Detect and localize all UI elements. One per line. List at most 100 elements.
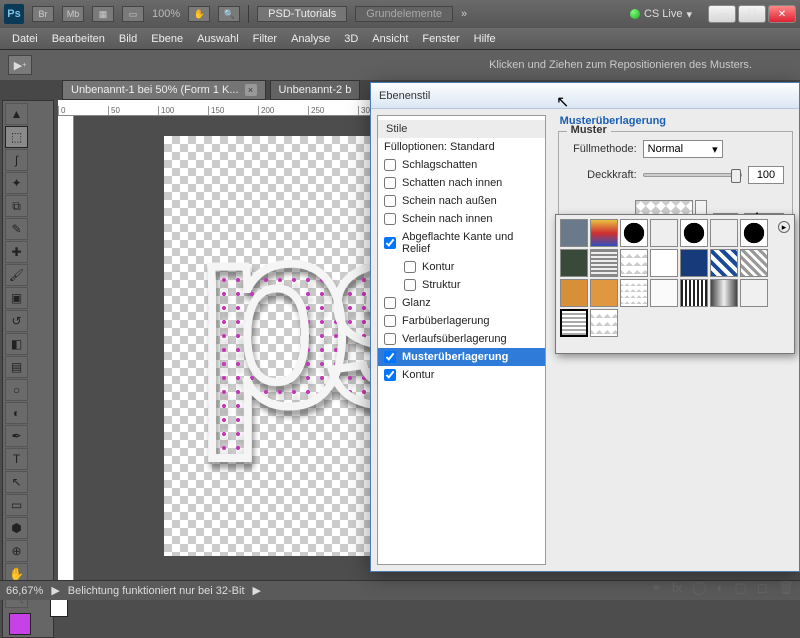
pattern-item[interactable] bbox=[740, 249, 768, 277]
type-tool-icon[interactable]: T bbox=[5, 448, 28, 470]
3d-camera-icon[interactable]: ⊕ bbox=[5, 540, 28, 562]
adjust-icon[interactable]: ◐ bbox=[717, 580, 725, 596]
dodge-tool-icon[interactable]: ◐ bbox=[5, 402, 28, 424]
foreground-color[interactable] bbox=[9, 613, 31, 635]
pattern-item[interactable] bbox=[560, 249, 588, 277]
newlayer-icon[interactable]: ◻ bbox=[757, 580, 768, 596]
chk-contour[interactable] bbox=[404, 261, 416, 273]
hand-tool-icon[interactable]: ✋ bbox=[188, 6, 210, 22]
pattern-item[interactable] bbox=[740, 219, 768, 247]
blur-tool-icon[interactable]: ○ bbox=[5, 379, 28, 401]
pattern-item[interactable] bbox=[710, 249, 738, 277]
move-tool-icon[interactable]: ▲ bbox=[5, 103, 28, 125]
chk-innerglow[interactable] bbox=[384, 213, 396, 225]
gradient-tool-icon[interactable]: ▤ bbox=[5, 356, 28, 378]
pattern-item[interactable] bbox=[650, 279, 678, 307]
stamp-tool-icon[interactable]: ▣ bbox=[5, 287, 28, 309]
style-gradoverlay[interactable]: Verlaufsüberlagerung bbox=[378, 330, 545, 348]
pattern-item[interactable] bbox=[560, 279, 588, 307]
ruler-vertical[interactable] bbox=[58, 116, 74, 580]
menu-analyse[interactable]: Analyse bbox=[291, 33, 330, 45]
chk-outerglow[interactable] bbox=[384, 195, 396, 207]
styles-header[interactable]: Stile bbox=[378, 120, 545, 138]
menu-3d[interactable]: 3D bbox=[344, 33, 358, 45]
pattern-item[interactable] bbox=[710, 219, 738, 247]
fx-icon[interactable]: fx bbox=[672, 580, 682, 596]
doc-tab-1-close-icon[interactable]: × bbox=[245, 84, 257, 96]
pattern-item[interactable] bbox=[620, 279, 648, 307]
style-satin[interactable]: Glanz bbox=[378, 294, 545, 312]
trash-icon[interactable]: 🗑 bbox=[777, 580, 794, 596]
status-arrow-icon[interactable]: ▶ bbox=[51, 584, 59, 597]
minibridge-button[interactable]: Mb bbox=[62, 6, 84, 22]
link-icon[interactable]: ⚭ bbox=[651, 580, 662, 596]
pattern-item[interactable] bbox=[620, 249, 648, 277]
close-button[interactable]: ✕ bbox=[768, 5, 796, 23]
history-brush-icon[interactable]: ↺ bbox=[5, 310, 28, 332]
cslive-button[interactable]: CS Live bbox=[644, 8, 683, 20]
pattern-item[interactable] bbox=[650, 249, 678, 277]
pattern-item[interactable] bbox=[560, 219, 588, 247]
screenmode-button[interactable]: ▭ bbox=[122, 6, 144, 22]
opacity-input[interactable] bbox=[748, 166, 784, 184]
slider-thumb[interactable] bbox=[731, 169, 741, 183]
menu-hilfe[interactable]: Hilfe bbox=[474, 33, 496, 45]
cslive-dropdown-icon[interactable]: ▾ bbox=[686, 8, 692, 21]
style-contour[interactable]: Kontur bbox=[378, 258, 545, 276]
chk-texture[interactable] bbox=[404, 279, 416, 291]
style-stroke[interactable]: Kontur bbox=[378, 366, 545, 384]
3d-tool-icon[interactable]: ⬢ bbox=[5, 517, 28, 539]
eyedropper-tool-icon[interactable]: ✎ bbox=[5, 218, 28, 240]
doc-tab-2[interactable]: Unbenannt-2 b bbox=[270, 80, 361, 100]
chk-satin[interactable] bbox=[384, 297, 396, 309]
menu-bearbeiten[interactable]: Bearbeiten bbox=[52, 33, 105, 45]
style-outerglow[interactable]: Schein nach außen bbox=[378, 192, 545, 210]
zoom-display[interactable]: 100% bbox=[152, 8, 180, 20]
opacity-slider[interactable] bbox=[643, 173, 742, 177]
arrange-button[interactable]: ▦ bbox=[92, 6, 114, 22]
crop-tool-icon[interactable]: ⧉ bbox=[5, 195, 28, 217]
chk-innershadow[interactable] bbox=[384, 177, 396, 189]
blendmode-select[interactable]: Normal ▾ bbox=[643, 140, 723, 158]
dialog-titlebar[interactable]: Ebenenstil bbox=[371, 83, 799, 109]
menu-ebene[interactable]: Ebene bbox=[151, 33, 183, 45]
pattern-item[interactable] bbox=[590, 309, 618, 337]
pattern-item[interactable] bbox=[680, 279, 708, 307]
wand-tool-icon[interactable]: ✦ bbox=[5, 172, 28, 194]
tool-preset-icon[interactable]: ▶+ bbox=[8, 55, 32, 75]
style-dropshadow[interactable]: Schlagschatten bbox=[378, 156, 545, 174]
style-patternoverlay[interactable]: Musterüberlagerung bbox=[378, 348, 545, 366]
chk-stroke[interactable] bbox=[384, 369, 396, 381]
menu-ansicht[interactable]: Ansicht bbox=[372, 33, 408, 45]
menu-auswahl[interactable]: Auswahl bbox=[197, 33, 239, 45]
bridge-button[interactable]: Br bbox=[32, 6, 54, 22]
shape-tool-icon[interactable]: ▭ bbox=[5, 494, 28, 516]
picker-flyout-icon[interactable]: ▸ bbox=[778, 221, 790, 233]
pattern-item[interactable] bbox=[590, 249, 618, 277]
marquee-tool-icon[interactable]: ⬚ bbox=[5, 126, 28, 148]
chk-patoverlay[interactable] bbox=[384, 351, 396, 363]
background-color[interactable] bbox=[50, 599, 68, 617]
menu-datei[interactable]: Datei bbox=[12, 33, 38, 45]
style-bevel[interactable]: Abgeflachte Kante und Relief bbox=[378, 228, 545, 258]
menu-bild[interactable]: Bild bbox=[119, 33, 137, 45]
pattern-item-selected[interactable] bbox=[560, 309, 588, 337]
pattern-item[interactable] bbox=[680, 249, 708, 277]
zoom-tool-icon[interactable]: 🔍 bbox=[218, 6, 240, 22]
chk-gradoverlay[interactable] bbox=[384, 333, 396, 345]
heal-tool-icon[interactable]: ✚ bbox=[5, 241, 28, 263]
chk-coloroverlay[interactable] bbox=[384, 315, 396, 327]
path-select-icon[interactable]: ↖ bbox=[5, 471, 28, 493]
pattern-item[interactable] bbox=[680, 219, 708, 247]
eraser-tool-icon[interactable]: ◧ bbox=[5, 333, 28, 355]
style-innerglow[interactable]: Schein nach innen bbox=[378, 210, 545, 228]
pattern-item[interactable] bbox=[710, 279, 738, 307]
status-flyout-icon[interactable]: ▶ bbox=[253, 584, 261, 597]
mask-icon[interactable]: ◯ bbox=[692, 580, 707, 596]
chk-dropshadow[interactable] bbox=[384, 159, 396, 171]
workspace-grundelemente[interactable]: Grundelemente bbox=[355, 6, 453, 22]
menu-fenster[interactable]: Fenster bbox=[422, 33, 459, 45]
workspace-psdtutorials[interactable]: PSD-Tutorials bbox=[257, 6, 347, 22]
doc-tab-1[interactable]: Unbenannt-1 bei 50% (Form 1 K... × bbox=[62, 80, 266, 100]
folder-icon[interactable]: ▢ bbox=[734, 580, 746, 596]
